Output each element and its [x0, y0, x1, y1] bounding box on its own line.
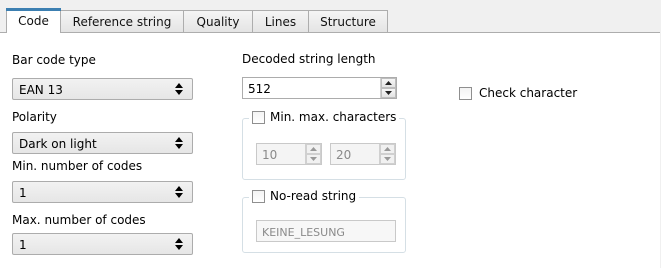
no-read-string-value: KEINE_LESUNG	[262, 226, 345, 239]
min-max-characters-legend: Min. max. characters	[249, 110, 400, 124]
check-character-checkbox[interactable]	[459, 87, 472, 100]
max-characters-spinbox[interactable]: 20	[330, 143, 396, 165]
tab-strip: Code Reference string Quality Lines Stru…	[0, 0, 661, 36]
polarity-value: Dark on light	[19, 137, 97, 151]
decoded-string-length-label: Decoded string length	[242, 52, 376, 66]
arrow-up-icon	[384, 147, 391, 151]
tab-structure[interactable]: Structure	[308, 10, 388, 32]
spin-buttons	[305, 144, 321, 164]
bar-code-type-select[interactable]: EAN 13	[12, 78, 193, 100]
min-characters-value: 10	[262, 148, 278, 162]
updown-arrows-icon	[175, 83, 183, 95]
spin-buttons	[379, 144, 395, 164]
max-number-codes-value: 1	[19, 238, 27, 252]
spin-down-button[interactable]	[306, 154, 321, 164]
max-number-codes-label: Max. number of codes	[12, 213, 146, 227]
no-read-string-checkbox[interactable]	[252, 189, 265, 203]
decoded-string-length-value: 512	[248, 82, 271, 96]
arrow-up-icon	[310, 147, 317, 151]
bar-code-type-label: Bar code type	[12, 53, 96, 67]
no-read-string-label: No-read string	[270, 189, 357, 203]
tab-label: Reference string	[72, 14, 172, 29]
arrow-down-icon	[384, 157, 391, 161]
arrow-down-icon	[385, 91, 392, 95]
tab-label: Lines	[264, 14, 297, 29]
tab-lines[interactable]: Lines	[252, 10, 309, 32]
arrow-up-icon	[385, 81, 392, 85]
tab-quality[interactable]: Quality	[183, 10, 253, 32]
polarity-select[interactable]: Dark on light	[12, 132, 193, 154]
spin-up-button[interactable]	[380, 144, 395, 154]
spin-up-button[interactable]	[306, 144, 321, 154]
spin-down-button[interactable]	[380, 154, 395, 164]
min-max-characters-label: Min. max. characters	[270, 110, 397, 124]
spin-buttons	[380, 78, 396, 98]
no-read-string-input[interactable]: KEINE_LESUNG	[256, 220, 396, 242]
polarity-label: Polarity	[12, 110, 57, 124]
tab-label: Quality	[196, 14, 240, 29]
min-max-characters-checkbox[interactable]	[252, 110, 265, 124]
arrow-down-icon	[310, 157, 317, 161]
min-number-codes-label: Min. number of codes	[12, 159, 143, 173]
spin-down-button[interactable]	[381, 88, 396, 98]
updown-arrows-icon	[175, 186, 183, 198]
spin-up-button[interactable]	[381, 78, 396, 88]
max-characters-value: 20	[336, 148, 352, 162]
min-characters-spinbox[interactable]: 10	[256, 143, 322, 165]
updown-arrows-icon	[175, 137, 183, 149]
max-number-codes-select[interactable]: 1	[12, 233, 193, 255]
tab-label: Structure	[320, 14, 376, 29]
updown-arrows-icon	[175, 238, 183, 250]
no-read-string-legend: No-read string	[249, 189, 360, 203]
check-character-label: Check character	[479, 86, 578, 100]
min-number-codes-select[interactable]: 1	[12, 181, 193, 203]
bar-code-type-value: EAN 13	[19, 83, 63, 97]
tab-label: Code	[18, 14, 49, 28]
tab-reference-string[interactable]: Reference string	[60, 10, 184, 32]
decoded-string-length-spinbox[interactable]: 512	[242, 77, 397, 99]
min-number-codes-value: 1	[19, 186, 27, 200]
tab-code[interactable]: Code	[6, 8, 61, 33]
